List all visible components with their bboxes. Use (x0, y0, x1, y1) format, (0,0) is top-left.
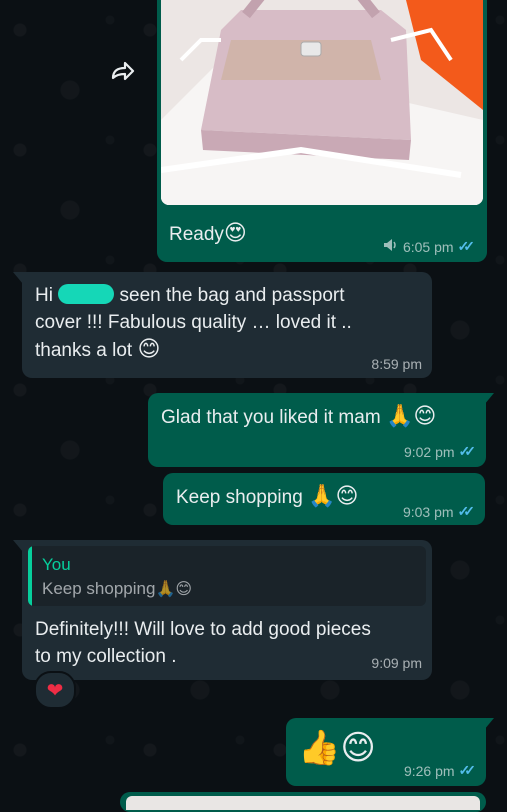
pray-smile-emoji: 🙏😊 (308, 484, 359, 509)
reaction-badge[interactable]: ❤ (34, 671, 76, 709)
message-time: 9:03 pm (402, 503, 454, 520)
message-time: 9:09 pm (371, 655, 422, 671)
bag-photo[interactable] (161, 0, 483, 205)
message-time: 9:26 pm (403, 762, 455, 779)
message-meta: 9:02 pm ✓✓ (403, 443, 477, 460)
message-emojis: 👍😊 (298, 728, 376, 768)
read-ticks-icon: ✓✓ (457, 238, 476, 254)
quote-text: Keep shopping🙏😊 (42, 579, 193, 598)
message-text: Hi seen the bag and passport cover !!! F… (35, 284, 352, 362)
message-text: Definitely!!! Will love to add good piec… (35, 619, 371, 667)
heart-eyes-emoji: 😍 (223, 221, 247, 246)
read-ticks-icon: ✓✓ (458, 762, 477, 778)
message-time: 9:02 pm (403, 443, 455, 460)
message-text: Keep shopping 🙏😊 (176, 484, 359, 509)
quoted-message[interactable]: You Keep shopping🙏😊 (28, 546, 426, 606)
message-time: 8:59 pm (371, 356, 422, 372)
image-preview (126, 796, 480, 810)
message-bubble-outgoing[interactable]: Keep shopping 🙏😊 9:03 pm ✓✓ (163, 473, 485, 525)
forward-icon[interactable] (104, 56, 142, 86)
message-meta: 6:05 pm ✓✓ (383, 238, 476, 255)
message-meta: 8:59 pm (371, 356, 422, 372)
message-bubble-image[interactable]: Ready😍 6:05 pm ✓✓ (157, 0, 487, 262)
message-meta: 9:26 pm ✓✓ (403, 762, 477, 779)
read-ticks-icon: ✓✓ (457, 503, 476, 519)
quote-author: You (42, 555, 71, 574)
message-meta: 9:09 pm (371, 655, 422, 671)
message-bubble-incoming[interactable]: Hi seen the bag and passport cover !!! F… (22, 272, 432, 378)
message-bubble-outgoing[interactable]: 👍😊 9:26 pm ✓✓ (286, 718, 486, 786)
message-meta: 9:03 pm ✓✓ (402, 503, 476, 520)
message-bubble-outgoing[interactable]: Glad that you liked it mam 🙏😊 9:02 pm ✓✓ (148, 393, 486, 467)
read-ticks-icon: ✓✓ (458, 443, 477, 459)
speaker-icon (383, 238, 399, 255)
message-bubble-incoming-reply[interactable]: You Keep shopping🙏😊 Definitely!!! Will l… (22, 540, 432, 680)
heart-icon: ❤ (46, 678, 64, 702)
smile-emoji: 😊 (137, 337, 161, 362)
quote-bar (28, 546, 32, 606)
message-time: 6:05 pm (402, 238, 454, 255)
redacted-name (58, 284, 115, 304)
message-text: Glad that you liked it mam 🙏😊 (161, 404, 437, 429)
message-bubble-partial[interactable] (120, 792, 486, 812)
message-text: Ready😍 (169, 221, 247, 246)
pray-smile-emoji: 🙏😊 (385, 404, 437, 429)
